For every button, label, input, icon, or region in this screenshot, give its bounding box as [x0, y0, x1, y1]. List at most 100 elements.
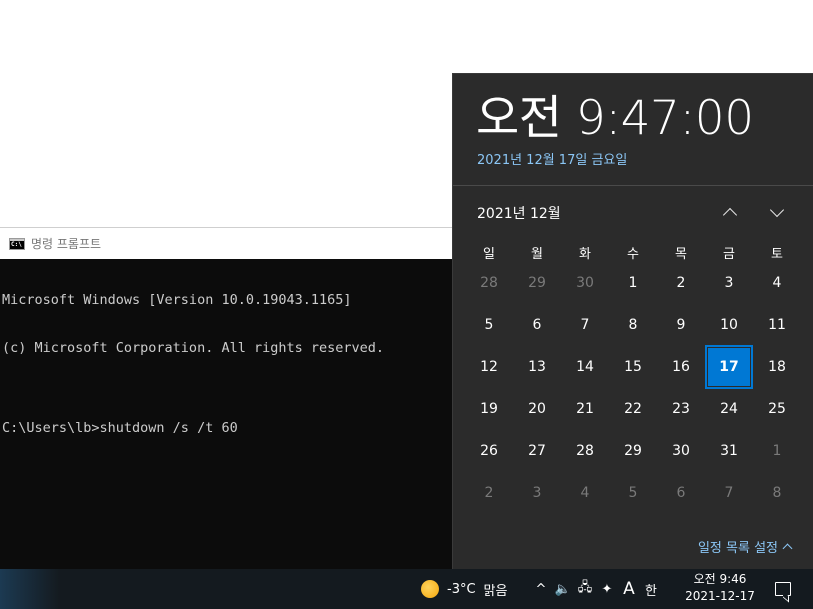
chevron-up-icon[interactable]: ^ [530, 569, 552, 609]
calendar-day[interactable]: 14 [561, 346, 609, 388]
notification-icon [775, 582, 791, 596]
day-number: 7 [580, 317, 590, 333]
day-number: 3 [724, 275, 734, 291]
weekday-header-row: 일월화수목금토 [465, 242, 801, 262]
calendar-day[interactable]: 7 [561, 304, 609, 346]
weekday-label: 토 [771, 246, 783, 262]
calendar-day[interactable]: 1 [753, 430, 801, 472]
network-icon[interactable]: 🖧 [574, 569, 596, 609]
taskbar: -3°C 맑음 ^ 🔈 🖧 ✦ A 한 오전 9:46 2021-12-17 [0, 569, 813, 609]
flyout-time: 오전 9:47:00 [476, 91, 754, 146]
day-number: 18 [768, 359, 786, 375]
calendar-day[interactable]: 24 [705, 388, 753, 430]
calendar-day[interactable]: 29 [513, 262, 561, 304]
calendar-day[interactable]: 4 [753, 262, 801, 304]
calendar-day[interactable]: 12 [465, 346, 513, 388]
calendar-month-label[interactable]: 2021년 12월 [477, 203, 561, 223]
calendar-day[interactable]: 11 [753, 304, 801, 346]
calendar-day[interactable]: 8 [753, 472, 801, 514]
day-number: 11 [768, 317, 786, 333]
console-line: (c) Microsoft Corporation. All rights re… [2, 340, 385, 356]
console-icon [9, 237, 25, 250]
calendar-day[interactable]: 28 [465, 262, 513, 304]
calendar-day[interactable]: 29 [609, 430, 657, 472]
calendar-day[interactable]: 31 [705, 430, 753, 472]
previous-month-button[interactable] [718, 200, 742, 224]
agenda-toggle-label: 일정 목록 설정 [697, 541, 778, 556]
next-month-button[interactable] [765, 200, 789, 224]
day-number: 28 [576, 443, 594, 459]
calendar-week-row: 26 27 28 29 30 31 1 [465, 430, 801, 472]
calendar-day[interactable]: 16 [657, 346, 705, 388]
calendar-day[interactable]: 18 [753, 346, 801, 388]
system-tray: ^ 🔈 🖧 ✦ A 한 [530, 569, 662, 609]
ime-mode-icon[interactable]: A [618, 569, 640, 609]
calendar-day[interactable]: 8 [609, 304, 657, 346]
command-prompt-window[interactable]: 명령 프롬프트 Microsoft Windows [Version 10.0.… [0, 227, 456, 570]
calendar-day[interactable]: 3 [513, 472, 561, 514]
divider [453, 185, 813, 186]
calendar-day[interactable]: 30 [657, 430, 705, 472]
calendar-day[interactable]: 2 [465, 472, 513, 514]
sun-icon [421, 580, 439, 598]
day-number: 8 [628, 317, 638, 333]
weekday-label: 일 [483, 246, 495, 262]
calendar-day[interactable]: 21 [561, 388, 609, 430]
calendar-day[interactable]: 9 [657, 304, 705, 346]
day-number: 24 [720, 401, 738, 417]
calendar-day[interactable]: 10 [705, 304, 753, 346]
cmd-titlebar[interactable]: 명령 프롬프트 [0, 228, 456, 259]
calendar-day[interactable]: 5 [609, 472, 657, 514]
day-number: 13 [528, 359, 546, 375]
action-center-button[interactable] [768, 569, 798, 609]
console-prompt-line: C:\Users\lb>shutdown /s /t 60 [2, 420, 238, 436]
day-number: 4 [772, 275, 782, 291]
calendar-day[interactable]: 20 [513, 388, 561, 430]
calendar-day[interactable]: 27 [513, 430, 561, 472]
agenda-toggle-button[interactable]: 일정 목록 설정 [697, 537, 793, 556]
ime-korean-icon[interactable]: 한 [640, 569, 662, 609]
calendar-day[interactable]: 6 [657, 472, 705, 514]
console-output[interactable]: Microsoft Windows [Version 10.0.19043.11… [0, 259, 456, 469]
calendar-day[interactable]: 2 [657, 262, 705, 304]
taskbar-app-area[interactable] [0, 569, 60, 609]
day-number: 20 [528, 401, 546, 417]
calendar-day[interactable]: 1 [609, 262, 657, 304]
cmd-title: 명령 프롬프트 [31, 237, 102, 251]
weekday-label: 수 [627, 246, 639, 262]
clock-time: 오전 9:46 [693, 572, 747, 586]
calendar-day[interactable]: 5 [465, 304, 513, 346]
chevron-up-icon [782, 543, 793, 554]
day-number: 27 [528, 443, 546, 459]
day-number: 1 [772, 443, 782, 459]
calendar-day[interactable]: 4 [561, 472, 609, 514]
calendar-day[interactable]: 6 [513, 304, 561, 346]
calendar-day[interactable]: 19 [465, 388, 513, 430]
calendar-week-row: 28 29 30 1 2 3 4 [465, 262, 801, 304]
calendar-day[interactable]: 15 [609, 346, 657, 388]
calendar-day-today[interactable]: 17 [705, 345, 753, 389]
day-number: 5 [484, 317, 494, 333]
weather-widget[interactable]: -3°C 맑음 [421, 569, 507, 609]
dropbox-icon[interactable]: ✦ [596, 569, 618, 609]
calendar-day[interactable]: 25 [753, 388, 801, 430]
flyout-full-date[interactable]: 2021년 12월 17일 금요일 [477, 149, 627, 168]
taskbar-clock[interactable]: 오전 9:46 2021-12-17 [678, 571, 762, 605]
calendar-day[interactable]: 28 [561, 430, 609, 472]
weekday-label: 월 [531, 246, 543, 262]
day-number: 1 [628, 275, 638, 291]
calendar-day[interactable]: 7 [705, 472, 753, 514]
calendar-week-row: 12 13 14 15 16 17 18 [465, 345, 801, 389]
calendar-day[interactable]: 3 [705, 262, 753, 304]
calendar-day[interactable]: 30 [561, 262, 609, 304]
day-number: 29 [624, 443, 642, 459]
day-number: 30 [576, 275, 594, 291]
calendar-day[interactable]: 23 [657, 388, 705, 430]
calendar-day[interactable]: 22 [609, 388, 657, 430]
day-number: 2 [484, 485, 494, 501]
day-number: 2 [676, 275, 686, 291]
calendar-week-row: 2 3 4 5 6 7 8 [465, 472, 801, 514]
calendar-day[interactable]: 26 [465, 430, 513, 472]
calendar-day[interactable]: 13 [513, 346, 561, 388]
speaker-icon[interactable]: 🔈 [552, 569, 574, 609]
